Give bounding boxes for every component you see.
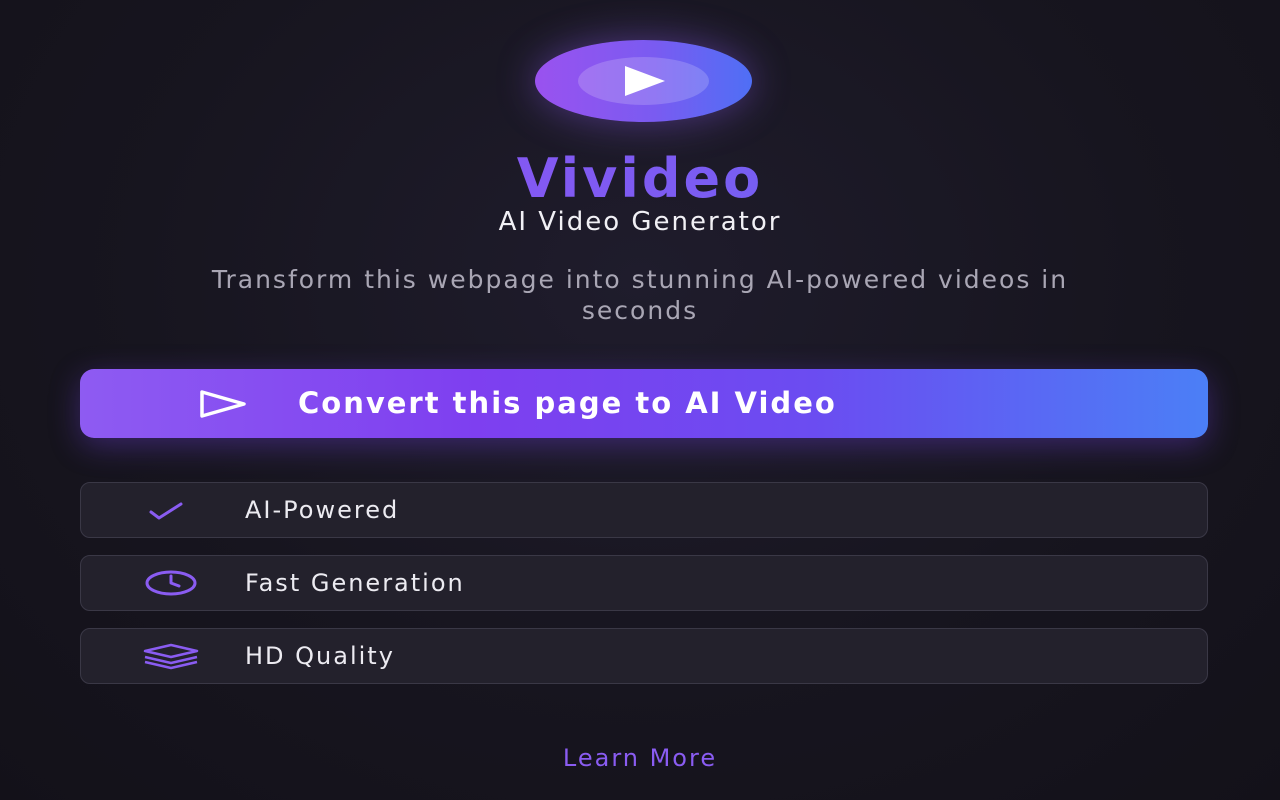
play-outline-icon [200,390,246,418]
brand-title: Vivideo [0,148,1280,210]
popup-root: Vivideo AI Video Generator Transform thi… [0,0,1280,800]
learn-more-link[interactable]: Learn More [0,744,1280,772]
clock-icon [145,570,197,596]
description: Transform this webpage into stunning AI-… [211,265,1069,325]
convert-button[interactable]: Convert this page to AI Video [80,369,1208,438]
feature-ai-powered: AI-Powered [80,482,1208,538]
layers-icon [143,643,199,670]
play-icon [625,66,665,96]
feature-hd-quality: HD Quality [80,628,1208,684]
feature-label: Fast Generation [245,569,465,597]
feature-fast-generation: Fast Generation [80,555,1208,611]
feature-label: HD Quality [245,642,395,670]
logo-inner [578,57,709,105]
convert-button-label: Convert this page to AI Video [298,386,837,420]
check-icon [149,502,183,520]
brand-tagline: AI Video Generator [498,207,782,237]
feature-label: AI-Powered [245,496,400,524]
logo [535,40,752,122]
